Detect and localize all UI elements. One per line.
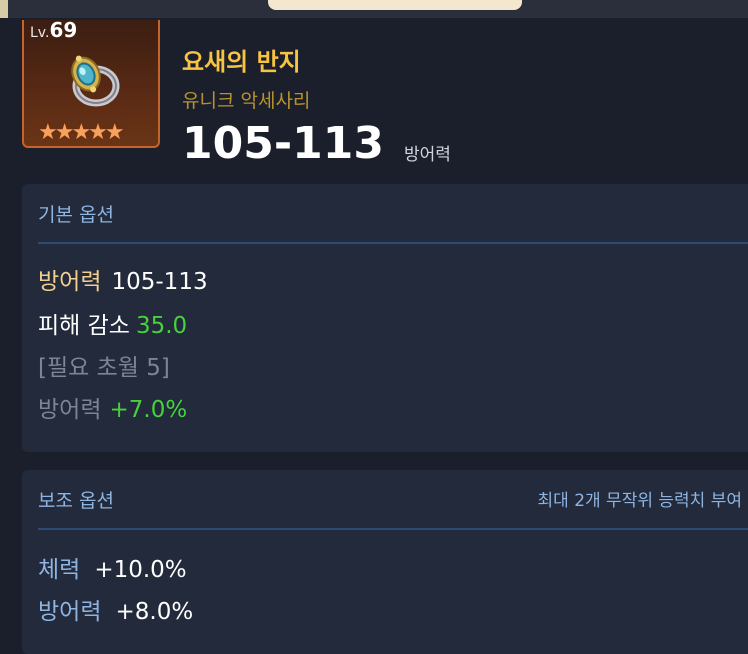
option-label: 피해 감소 <box>38 313 130 339</box>
section-divider <box>38 528 748 530</box>
option-line: 체력 +10.0% <box>38 550 187 584</box>
item-icon-frame[interactable]: Lv.69 ★★★★★ <box>22 18 160 148</box>
option-label: 방어력 <box>38 397 102 423</box>
section-note: 최대 2개 무작위 능력치 부여 <box>537 491 742 511</box>
option-line: 방어력 +8.0% <box>38 592 193 626</box>
top-bar-cap <box>0 0 8 18</box>
option-label: 방어력 <box>38 599 102 625</box>
option-label: 체력 <box>38 557 81 583</box>
option-value: +8.0% <box>115 599 194 625</box>
ring-icon <box>71 55 120 107</box>
option-line: 방어력 105-113 <box>38 262 208 296</box>
sub-options-section: 보조 옵션 최대 2개 무작위 능력치 부여 체력 +10.0% 방어력 +8.0% <box>22 470 748 654</box>
rarity-stars: ★★★★★ <box>38 120 125 145</box>
option-line: 방어력 +7.0% <box>38 390 187 424</box>
top-bar <box>0 0 748 20</box>
item-type: 유니크 악세사리 <box>182 90 311 112</box>
item-name: 요새의 반지 <box>182 48 301 76</box>
item-level: Lv.69 <box>30 18 77 42</box>
option-value: +7.0% <box>109 397 188 423</box>
basic-options-section: 기본 옵션 방어력 105-113 피해 감소 35.0 [필요 초월 5] 방어력… <box>22 184 748 452</box>
option-line: 피해 감소 35.0 <box>38 306 187 340</box>
item-defense-value: 105-113 <box>182 118 384 169</box>
option-value: +10.0% <box>94 557 187 583</box>
section-title: 보조 옵션 <box>38 490 114 512</box>
section-title: 기본 옵션 <box>38 204 114 226</box>
option-label: 방어력 <box>38 269 102 295</box>
option-requirement: [필요 초월 5] <box>38 348 180 382</box>
level-number: 69 <box>49 18 78 42</box>
requirement-label: [필요 초월 5] <box>38 355 170 381</box>
item-value-unit: 방어력 <box>404 145 451 165</box>
section-divider <box>38 242 748 244</box>
option-value: 35.0 <box>135 313 188 339</box>
top-tab[interactable] <box>268 0 522 10</box>
option-value: 105-113 <box>111 269 208 295</box>
level-prefix: Lv. <box>30 25 50 41</box>
